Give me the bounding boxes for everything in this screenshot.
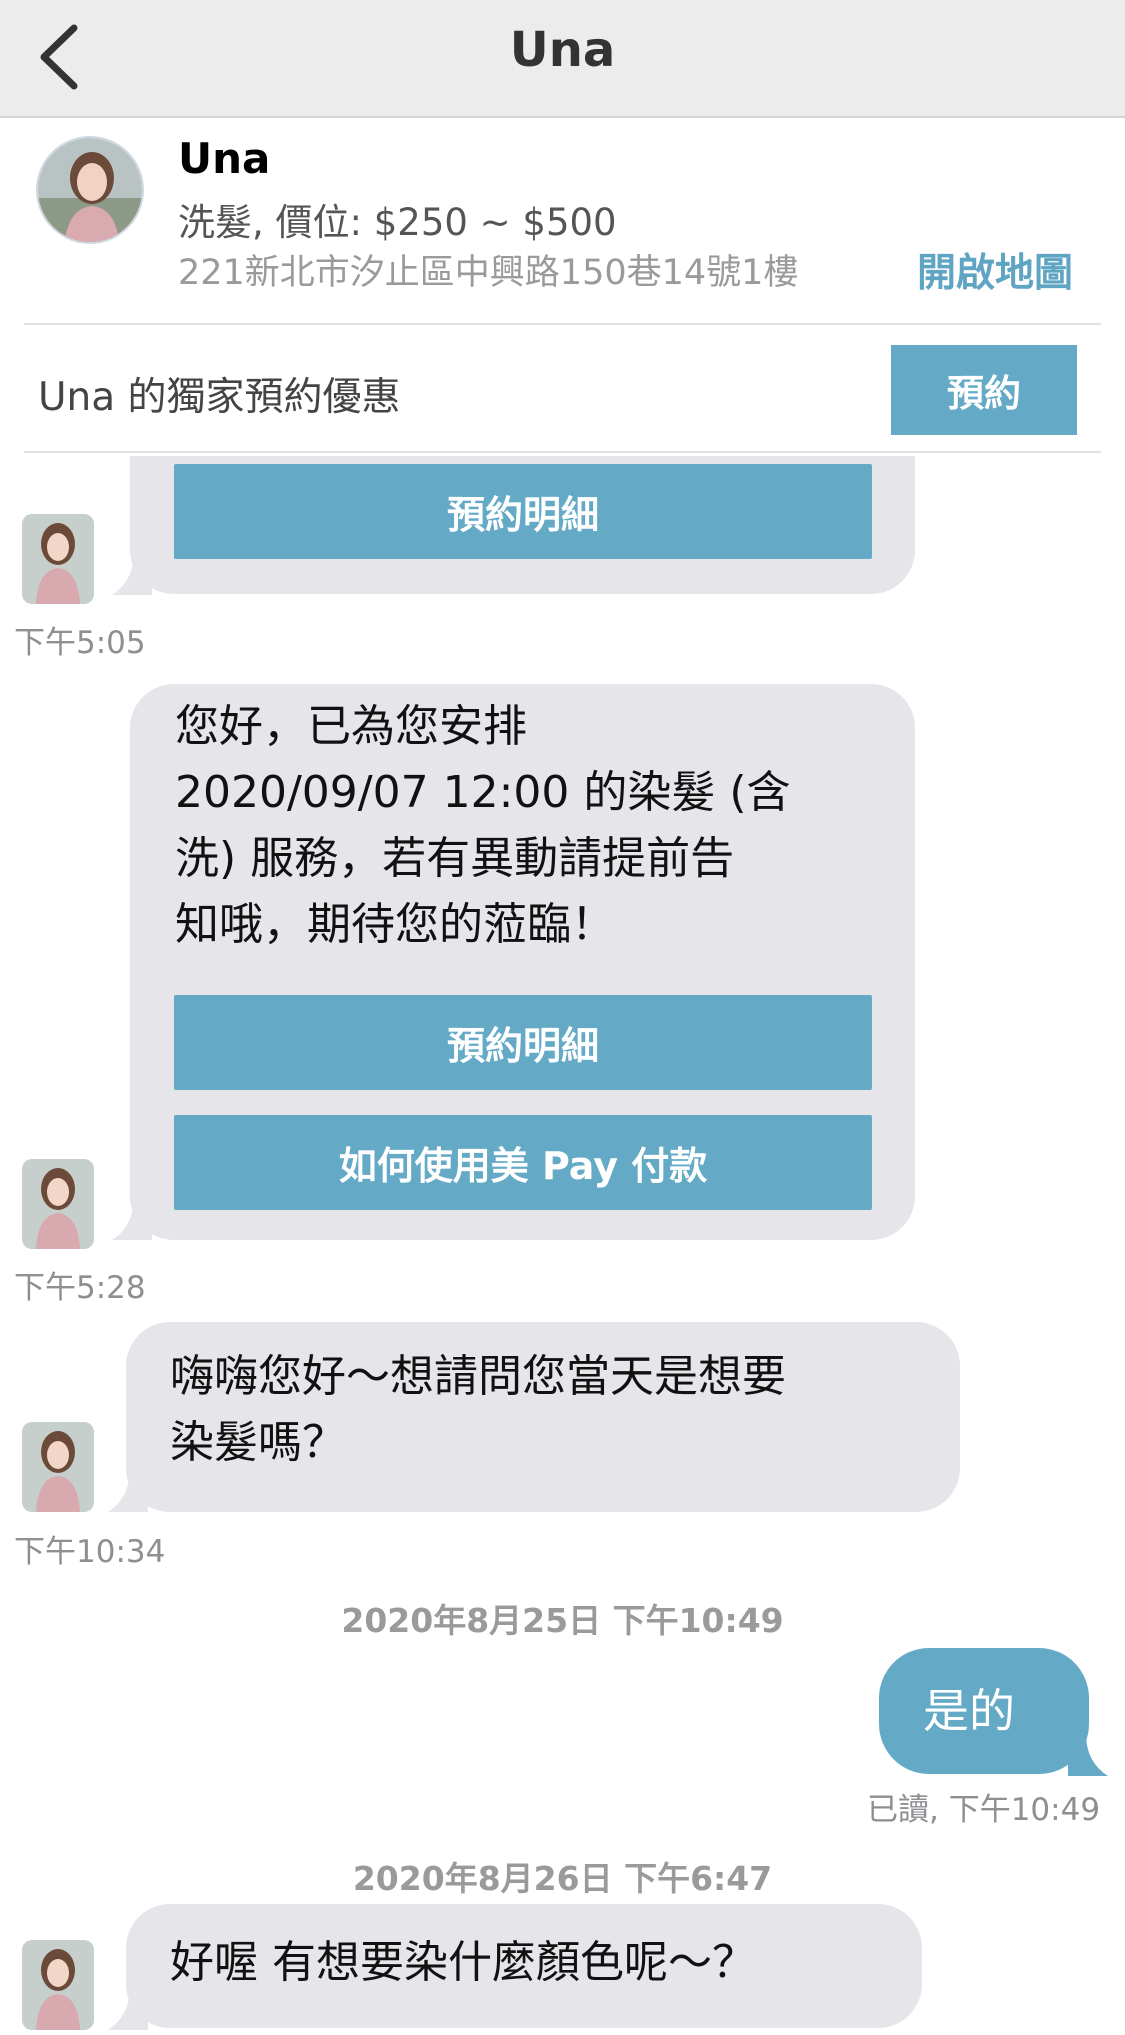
avatar[interactable] bbox=[22, 1159, 94, 1249]
service-price: 洗髮, 價位: $250 ~ $500 bbox=[178, 201, 617, 244]
navigation-bar: Una bbox=[0, 0, 1125, 118]
salon-profile-header: Una 洗髮, 價位: $250 ~ $500 221新北市汐止區中興路150巷… bbox=[0, 120, 1125, 325]
message-time: 下午5:28 bbox=[14, 1270, 146, 1306]
message-time: 下午5:05 bbox=[14, 625, 146, 661]
page-title: Una bbox=[509, 22, 616, 78]
message-read-status: 已讀, 下午10:49 bbox=[867, 1792, 1101, 1828]
date-separator: 2020年8月26日 下午6:47 bbox=[352, 1859, 773, 1898]
promo-text: Una 的獨家預約優惠 bbox=[38, 375, 401, 420]
message-text: 是的 bbox=[923, 1684, 1015, 1738]
booking-details-button[interactable]: 預約明細 bbox=[174, 464, 872, 559]
bubble-tail bbox=[112, 1196, 152, 1240]
bubble-tail bbox=[108, 1986, 148, 2030]
bubble-tail bbox=[112, 551, 152, 595]
address: 221新北市汐止區中興路150巷14號1樓 bbox=[178, 253, 799, 293]
message-text: 嗨嗨您好～想請問您當天是想要 染髮嗎？ bbox=[170, 1351, 786, 1468]
open-map-link[interactable]: 開啟地圖 bbox=[917, 242, 1073, 298]
how-to-pay-button[interactable]: 如何使用美 Pay 付款 bbox=[174, 1115, 872, 1210]
message-bubble: 您好，已為您安排 2020/09/07 12:00 的染髮 (含 洗) 服務，若… bbox=[130, 684, 915, 1240]
message-bubble: 好喔 有想要染什麼顏色呢～？ bbox=[126, 1904, 922, 2028]
date-separator: 2020年8月25日 下午10:49 bbox=[341, 1601, 784, 1640]
divider bbox=[24, 451, 1101, 453]
message-text: 好喔 有想要染什麼顏色呢～？ bbox=[170, 1937, 756, 1988]
message-time: 下午10:34 bbox=[14, 1534, 166, 1570]
profile-name: Una bbox=[178, 134, 271, 183]
message-bubble: 是的 bbox=[879, 1648, 1089, 1774]
book-button[interactable]: 預約 bbox=[891, 345, 1077, 435]
avatar[interactable] bbox=[22, 514, 94, 604]
bubble-tail bbox=[108, 1468, 148, 1512]
message-bubble: 預約明細 bbox=[130, 456, 915, 594]
bubble-tail bbox=[1068, 1734, 1108, 1776]
message-text: 您好，已為您安排 2020/09/07 12:00 的染髮 (含 洗) 服務，若… bbox=[175, 701, 791, 950]
divider bbox=[24, 323, 1101, 325]
chat-thread[interactable]: 預約明細 下午5:05 您好，已為您安排 2020/09/07 12:00 的染… bbox=[0, 456, 1125, 2035]
avatar[interactable] bbox=[22, 1940, 94, 2030]
avatar[interactable] bbox=[22, 1422, 94, 1512]
booking-details-button[interactable]: 預約明細 bbox=[174, 995, 872, 1090]
avatar[interactable] bbox=[36, 136, 144, 244]
message-bubble: 嗨嗨您好～想請問您當天是想要 染髮嗎？ bbox=[126, 1322, 960, 1512]
